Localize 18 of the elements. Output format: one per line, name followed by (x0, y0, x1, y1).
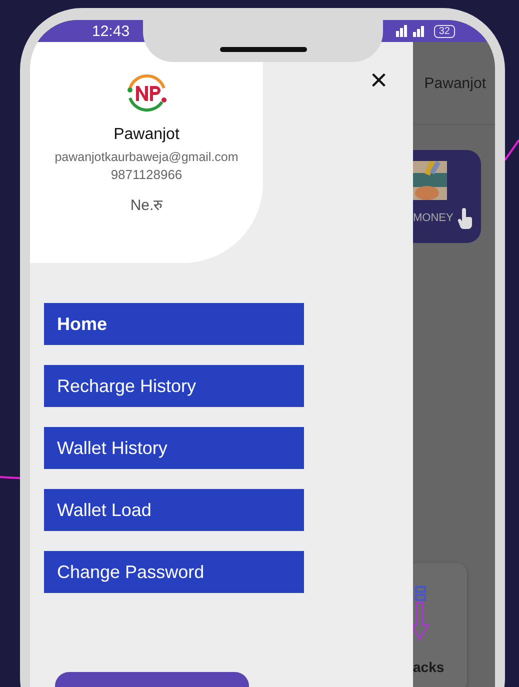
menu-item[interactable]: Wallet History (44, 427, 304, 469)
menu-item[interactable]: Recharge History (44, 365, 304, 407)
user-name: Pawanjot (114, 126, 180, 144)
user-email: pawanjotkaurbaweja@gmail.com (54, 150, 238, 164)
menu-item[interactable]: Change Password (44, 551, 304, 593)
menu-item[interactable]: Home (44, 303, 304, 345)
download-arrow-icon (410, 585, 430, 643)
wallet-balance: Ne.रु (130, 196, 163, 214)
card-label: MONEY (413, 212, 454, 224)
decorative-line (504, 139, 519, 161)
menu-item[interactable]: Wallet Load (44, 489, 304, 531)
status-time: 12:43 (92, 22, 130, 40)
hand-pointer-icon (457, 208, 473, 230)
battery-level: 32 (434, 24, 455, 38)
user-name: Pawanjot (424, 74, 486, 92)
tile-label: acks (413, 659, 444, 675)
close-button[interactable]: × (366, 66, 392, 96)
user-phone: 9871128966 (110, 167, 182, 182)
